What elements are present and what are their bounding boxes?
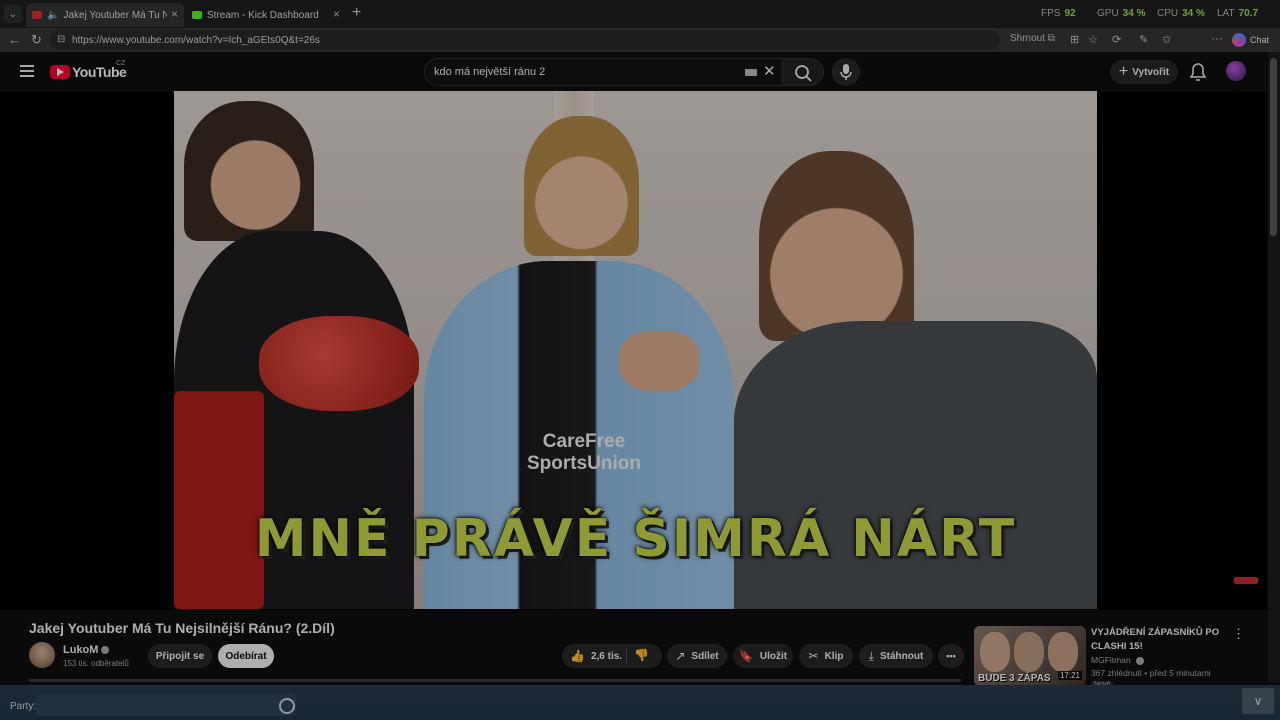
region-code: CZ <box>116 60 126 67</box>
recommended-title[interactable]: VYJÁDŘENÍ ZÁPASNÍKŮ PO CLASHI 15! <box>1091 626 1221 654</box>
person-left-head <box>184 101 314 241</box>
keyboard-icon[interactable] <box>745 69 757 76</box>
account-avatar[interactable] <box>1226 61 1246 81</box>
split-view-icon[interactable]: ⊞ <box>1070 33 1079 46</box>
create-button[interactable]: + Vytvořit <box>1110 60 1178 84</box>
collections-icon[interactable]: ✩ <box>1162 33 1171 46</box>
microphone-icon <box>840 64 852 80</box>
scrollbar-thumb[interactable] <box>1270 58 1277 236</box>
summary-button[interactable]: Shrnout ⧉ <box>1010 33 1055 44</box>
recommended-thumbnail[interactable]: BUDE 3 ZÁPAS 17:21 <box>974 626 1086 686</box>
menu-hamburger-icon[interactable] <box>20 65 34 80</box>
subscribe-button[interactable]: Odebírat <box>218 644 274 668</box>
thumbnail-caption: BUDE 3 ZÁPAS <box>978 673 1051 684</box>
back-icon[interactable]: ← <box>8 32 21 47</box>
favorite-star-icon[interactable]: ☆ <box>1088 33 1098 46</box>
kebab-menu-icon[interactable]: ⋮ <box>1232 626 1245 642</box>
thumb-face <box>980 632 1010 672</box>
tab-youtube[interactable]: 🔈 Jakej Youtuber Má Tu Nejsilnější × <box>26 3 184 27</box>
youtube-favicon-icon <box>32 11 42 19</box>
thumb-face <box>1048 632 1078 672</box>
player-badge <box>1234 577 1258 584</box>
collapse-chevron-icon[interactable]: ∨ <box>1242 688 1274 714</box>
reload-icon[interactable]: ↻ <box>31 32 42 48</box>
voice-search-button[interactable] <box>832 58 860 86</box>
notifications-bell-icon[interactable] <box>1189 62 1207 82</box>
party-settings-icon[interactable] <box>279 698 295 714</box>
clear-search-icon[interactable]: ✕ <box>763 62 776 80</box>
more-options-icon[interactable]: ··· <box>1211 31 1223 45</box>
like-divider <box>626 649 627 663</box>
party-input[interactable] <box>36 694 296 716</box>
video-duration: 17:21 <box>1057 671 1082 680</box>
red-pad <box>174 391 264 609</box>
audio-playing-icon[interactable]: 🔈 <box>47 10 59 21</box>
youtube-logo[interactable]: YouTube <box>50 64 127 80</box>
recommended-meta: 367 zhlédnutí • před 5 minutami <box>1091 668 1211 678</box>
kick-favicon-icon <box>192 11 202 19</box>
url-text[interactable]: https://www.youtube.com/watch?v=Ich_aGEt… <box>72 35 320 46</box>
tab-title: Stream - Kick Dashboard <box>207 9 319 21</box>
channel-name[interactable]: LukoM <box>63 644 110 656</box>
share-button[interactable]: ↗ Sdílet <box>667 644 727 668</box>
channel-avatar[interactable] <box>29 642 55 668</box>
bookmark-icon: 🔖 <box>738 649 754 663</box>
subscriber-count: 153 tis. odběratelů <box>63 659 129 668</box>
recommended-channel[interactable]: MGFitman <box>1091 655 1145 665</box>
video-title: Jakej Youtuber Má Tu Nejsilnější Ránu? (… <box>29 620 335 636</box>
shirt-print: CareFree SportsUnion <box>527 431 641 474</box>
save-button[interactable]: 🔖 Uložit <box>733 644 793 668</box>
person-middle-head <box>524 116 639 256</box>
copilot-icon <box>1232 33 1246 47</box>
video-caption: MNĚ PRÁVĚ ŠIMRÁ NÁRT <box>254 509 1017 569</box>
boxing-gloves <box>259 316 419 411</box>
tab-kick-dashboard[interactable]: Stream - Kick Dashboard × <box>186 3 346 27</box>
more-actions-button[interactable]: ••• <box>938 644 964 668</box>
download-icon: ⤓ <box>868 648 874 663</box>
verified-icon <box>1136 656 1145 665</box>
new-tab-button[interactable]: + <box>352 4 361 22</box>
search-icon <box>795 65 812 82</box>
close-tab-icon[interactable]: × <box>171 7 178 21</box>
cpu-counter: CPU 34 % <box>1157 8 1205 19</box>
share-icon: ↗ <box>675 649 686 663</box>
like-count[interactable]: 2,6 tis. <box>591 651 622 662</box>
tab-title: Jakej Youtuber Má Tu Nejsilnější <box>63 9 168 21</box>
download-button[interactable]: ⤓ Stáhnout <box>859 644 933 668</box>
gpu-counter: GPU 34 % <box>1097 8 1146 19</box>
youtube-masthead: YouTube CZ kdo má největší ránu 2 ✕ + Vyt… <box>0 52 1280 92</box>
search-input[interactable]: kdo má největší ránu 2 <box>434 66 545 78</box>
browser-tab-strip: ⌄ 🔈 Jakej Youtuber Má Tu Nejsilnější × S… <box>0 0 1280 28</box>
person-right-head <box>759 151 914 341</box>
copilot-chat-button[interactable]: Chat <box>1230 31 1276 49</box>
fps-counter: FPS 92 <box>1041 8 1076 19</box>
close-tab-icon[interactable]: × <box>333 7 340 21</box>
tab-list-dropdown-icon[interactable]: ⌄ <box>4 5 22 23</box>
scissors-icon: ✂ <box>808 649 819 663</box>
clip-button[interactable]: ✂ Klip <box>799 644 853 668</box>
extensions-icon[interactable]: ✎ <box>1139 33 1148 46</box>
address-bar-row: ← ↻ ⊟ https://www.youtube.com/watch?v=Ic… <box>0 28 1280 74</box>
join-button[interactable]: Připojit se <box>148 644 212 668</box>
search-button[interactable] <box>782 58 824 86</box>
sync-icon[interactable]: ⟳ <box>1112 33 1121 46</box>
party-label: Party: <box>10 701 37 712</box>
description-box-edge <box>29 679 961 682</box>
hand-with-microphone <box>619 331 699 391</box>
site-info-icon[interactable]: ⊟ <box>57 34 65 45</box>
plus-icon: + <box>1118 63 1129 80</box>
video-frame[interactable]: CareFree SportsUnion MNĚ PRÁVĚ ŠIMRÁ NÁR… <box>174 91 1097 609</box>
latency-counter: LAT 70.7 <box>1217 8 1259 19</box>
like-icon[interactable]: 👍 <box>570 649 585 663</box>
youtube-play-icon <box>50 65 70 79</box>
dislike-icon[interactable]: 👎 <box>634 648 649 662</box>
verified-icon <box>101 646 110 655</box>
thumb-face <box>1014 632 1044 672</box>
